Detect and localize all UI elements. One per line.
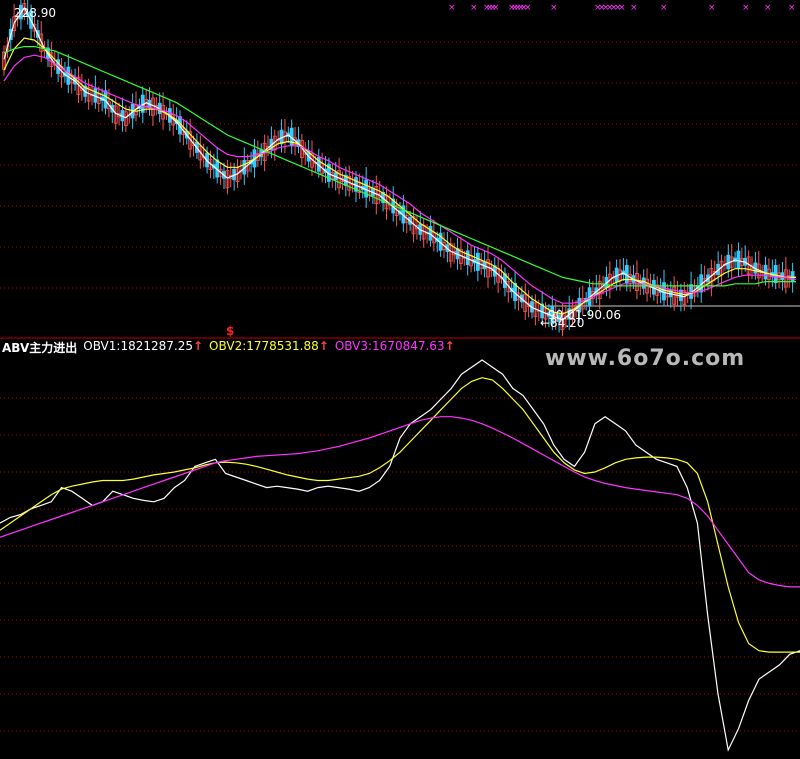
price-line	[3, 6, 796, 321]
obv3-arrow-icon: ↑	[444, 339, 455, 353]
top-marker: ×	[618, 3, 626, 13]
obv-lines[interactable]	[0, 359, 800, 752]
top-marker: ×	[470, 3, 478, 13]
obv2-arrow-icon: ↑	[318, 339, 329, 353]
top-marker: ×	[550, 3, 558, 13]
obv2-value: OBV2:1778531.88↑	[209, 339, 329, 353]
ma-long-line	[3, 46, 796, 287]
watermark: www.6o7o.com	[545, 346, 746, 371]
top-marker: ×	[492, 3, 500, 13]
top-markers: × × ×××× ×××××× × ××××××× × × × × × ×	[448, 3, 796, 13]
top-marker: ×	[788, 3, 796, 13]
top-marker: ×	[448, 3, 456, 13]
signal-marker: $	[226, 324, 235, 338]
top-marker: ×	[660, 3, 668, 13]
high-price-label: 228.90	[14, 6, 56, 20]
indicator-name: ABV主力进出	[2, 341, 78, 355]
top-marker: ×	[742, 3, 750, 13]
obv1-arrow-icon: ↑	[192, 339, 204, 353]
obv2-line	[0, 377, 800, 653]
candle-body	[773, 265, 778, 284]
obv1-value: OBV1:1821287.25↑	[83, 339, 204, 353]
top-marker: ×	[708, 3, 716, 13]
stock-chart[interactable]: × × ×××× ×××××× × ××××××× × × × × × ×	[0, 0, 800, 759]
candle-body	[736, 250, 741, 269]
obv1-line	[0, 359, 800, 752]
price-lines[interactable]	[3, 6, 797, 321]
chart-grid	[0, 41, 800, 732]
indicator-header: ABV主力进出 OBV1:1821287.25↑ OBV2:1778531.88…	[2, 339, 455, 355]
ma-mid-line	[3, 54, 797, 304]
obv3-line	[0, 416, 800, 588]
top-marker: ×	[764, 3, 772, 13]
obv3-value: OBV3:1670847.63↑	[334, 339, 455, 353]
candle-body	[475, 252, 480, 271]
top-marker: ×	[630, 3, 638, 13]
top-marker: ×	[524, 3, 532, 13]
date-range-label: 90.01-90.06	[548, 308, 622, 322]
candle-body	[790, 271, 795, 283]
